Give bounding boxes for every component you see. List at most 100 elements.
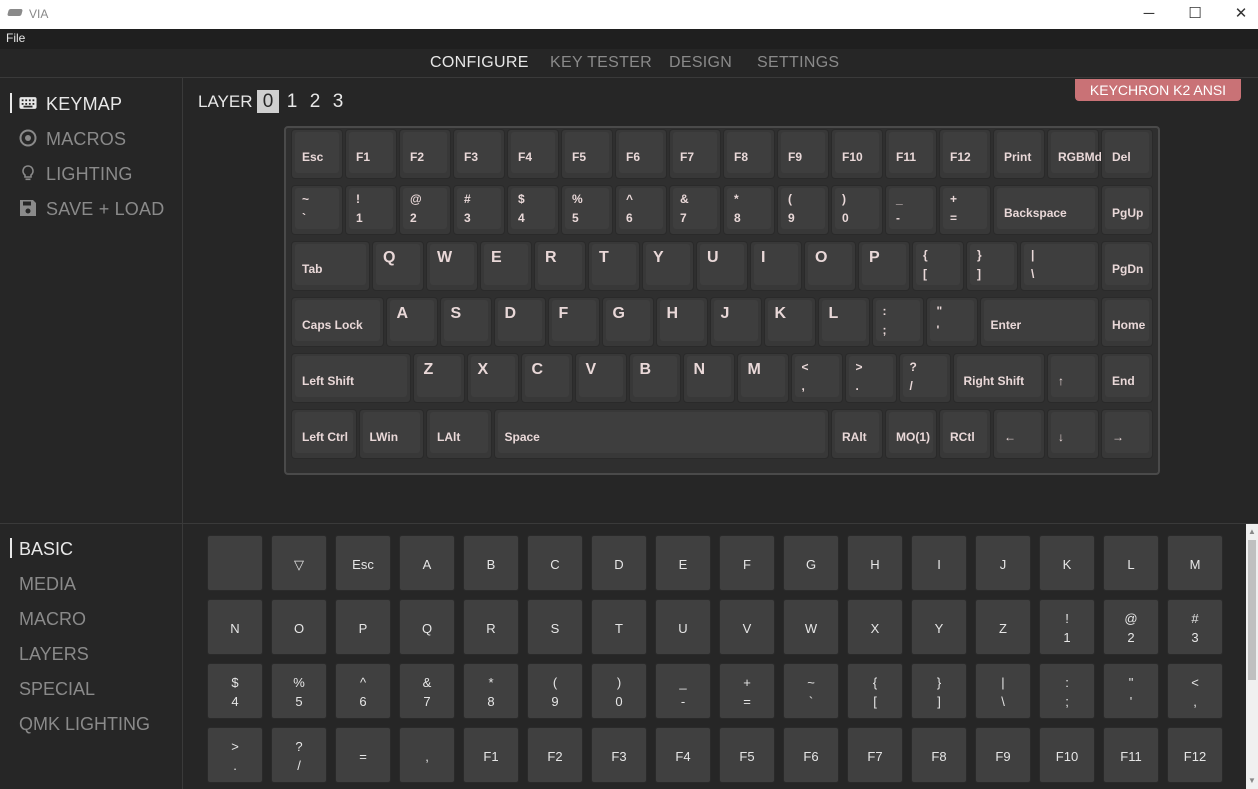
- keycode-button[interactable]: J: [975, 535, 1031, 591]
- keycode-button[interactable]: ? /: [271, 727, 327, 783]
- keycode-button[interactable]: W: [783, 599, 839, 655]
- keyboard-key[interactable]: F11: [885, 129, 937, 179]
- keycode-button[interactable]: Esc: [335, 535, 391, 591]
- keyboard-key[interactable]: RCtl: [939, 409, 991, 459]
- keycode-button[interactable]: F5: [719, 727, 775, 783]
- keycode-button[interactable]: :;: [1039, 663, 1095, 719]
- keyboard-key[interactable]: Print: [993, 129, 1045, 179]
- keycode-button[interactable]: I: [911, 535, 967, 591]
- keycode-button[interactable]: ) 0: [591, 663, 647, 719]
- keyboard-key[interactable]: B: [628, 353, 681, 403]
- keyboard-key[interactable]: PgDn: [1101, 241, 1153, 291]
- keycode-button[interactable]: {[: [847, 663, 903, 719]
- category-special[interactable]: SPECIAL: [19, 679, 95, 700]
- keycode-button[interactable]: T: [591, 599, 647, 655]
- keyboard-key[interactable]: R: [534, 241, 586, 291]
- keyboard-key[interactable]: }]: [966, 241, 1018, 291]
- keyboard-key[interactable]: & 7: [669, 185, 721, 235]
- keyboard-key[interactable]: G: [601, 297, 654, 347]
- keyboard-key[interactable]: I: [750, 241, 802, 291]
- keyboard-key[interactable]: (9: [777, 185, 829, 235]
- tab-settings[interactable]: SETTINGS: [757, 54, 839, 72]
- keycode-button[interactable]: F12: [1167, 727, 1223, 783]
- keycode-button[interactable]: ! 1: [1039, 599, 1095, 655]
- keycode-button[interactable]: F4: [655, 727, 711, 783]
- keycode-button[interactable]: R: [463, 599, 519, 655]
- tab-key-tester[interactable]: KEY TESTER: [550, 54, 652, 72]
- keyboard-key[interactable]: F3: [453, 129, 505, 179]
- keyboard-key[interactable]: ↓: [1047, 409, 1099, 459]
- keyboard-key[interactable]: T: [588, 241, 640, 291]
- keycode-button[interactable]: A: [399, 535, 455, 591]
- keyboard-key[interactable]: ) 0: [831, 185, 883, 235]
- scrollbar-thumb[interactable]: [1248, 540, 1256, 680]
- keycode-button[interactable]: V: [719, 599, 775, 655]
- keyboard-key[interactable]: Left Shift: [291, 353, 411, 403]
- keycode-button[interactable]: K: [1039, 535, 1095, 591]
- keyboard-key[interactable]: ←: [993, 409, 1045, 459]
- keyboard-key[interactable]: P: [858, 241, 910, 291]
- keyboard-key[interactable]: E: [480, 241, 532, 291]
- keyboard-key[interactable]: $4: [507, 185, 559, 235]
- keyboard-key[interactable]: Right Shift: [952, 353, 1045, 403]
- keyboard-key[interactable]: Esc: [291, 129, 343, 179]
- keyboard-key[interactable]: * 8: [723, 185, 775, 235]
- keyboard-key[interactable]: @2: [399, 185, 451, 235]
- layer-0-button[interactable]: 0: [257, 90, 279, 113]
- keycode-button[interactable]: }]: [911, 663, 967, 719]
- keyboard-key[interactable]: S: [439, 297, 492, 347]
- category-macro[interactable]: MACRO: [19, 609, 86, 630]
- keyboard-key[interactable]: →: [1101, 409, 1153, 459]
- keycode-button[interactable]: Z: [975, 599, 1031, 655]
- keyboard-key[interactable]: RAlt: [831, 409, 883, 459]
- keycode-button[interactable]: + =: [719, 663, 775, 719]
- minimize-button[interactable]: ─: [1126, 0, 1172, 29]
- keyboard-key[interactable]: C: [520, 353, 573, 403]
- keycode-button[interactable]: $4: [207, 663, 263, 719]
- keycode-button[interactable]: C: [527, 535, 583, 591]
- keyboard-key[interactable]: Caps Lock: [291, 297, 384, 347]
- keycode-button[interactable]: F7: [847, 727, 903, 783]
- keyboard-key[interactable]: V: [574, 353, 627, 403]
- keyboard-key[interactable]: ↑: [1047, 353, 1099, 403]
- keycode-button[interactable]: Q: [399, 599, 455, 655]
- scroll-up-arrow-icon[interactable]: ▲: [1248, 528, 1256, 536]
- keyboard-key[interactable]: F5: [561, 129, 613, 179]
- keyboard-key[interactable]: W: [426, 241, 478, 291]
- keycode-button[interactable]: >.: [207, 727, 263, 783]
- keyboard-key[interactable]: ~ `: [291, 185, 343, 235]
- keyboard-key[interactable]: Backspace: [993, 185, 1099, 235]
- keyboard-key[interactable]: % 5: [561, 185, 613, 235]
- maximize-button[interactable]: ☐: [1172, 0, 1218, 29]
- keyboard-key[interactable]: LAlt: [426, 409, 492, 459]
- keyboard-key[interactable]: Del: [1101, 129, 1153, 179]
- keycode-button[interactable]: S: [527, 599, 583, 655]
- keyboard-key[interactable]: Tab: [291, 241, 370, 291]
- keyboard-key[interactable]: K: [763, 297, 816, 347]
- keyboard-key[interactable]: :;: [871, 297, 924, 347]
- keycode-button[interactable]: F10: [1039, 727, 1095, 783]
- keyboard-key[interactable]: PgUp: [1101, 185, 1153, 235]
- layer-1-button[interactable]: 1: [282, 90, 302, 113]
- keyboard-key[interactable]: F2: [399, 129, 451, 179]
- keyboard-key[interactable]: Z: [412, 353, 465, 403]
- keyboard-key[interactable]: J: [709, 297, 762, 347]
- keyboard-key[interactable]: RGBMd-: [1047, 129, 1106, 179]
- keycode-button[interactable]: =: [335, 727, 391, 783]
- keyboard-key[interactable]: ^ 6: [615, 185, 667, 235]
- category-basic[interactable]: BASIC: [19, 539, 73, 560]
- keyboard-key[interactable]: F9: [777, 129, 829, 179]
- keyboard-key[interactable]: {[: [912, 241, 964, 291]
- keyboard-key[interactable]: F1: [345, 129, 397, 179]
- keyboard-key[interactable]: U: [696, 241, 748, 291]
- keycode-button[interactable]: L: [1103, 535, 1159, 591]
- keycode-button[interactable]: Y: [911, 599, 967, 655]
- keycode-button[interactable]: X: [847, 599, 903, 655]
- keyboard-key[interactable]: <,: [790, 353, 843, 403]
- keyboard-key[interactable]: F: [547, 297, 600, 347]
- category-layers[interactable]: LAYERS: [19, 644, 89, 665]
- keycode-button[interactable]: " ': [1103, 663, 1159, 719]
- keycode-button[interactable]: D: [591, 535, 647, 591]
- keycode-button[interactable]: <,: [1167, 663, 1223, 719]
- keyboard-key[interactable]: D: [493, 297, 546, 347]
